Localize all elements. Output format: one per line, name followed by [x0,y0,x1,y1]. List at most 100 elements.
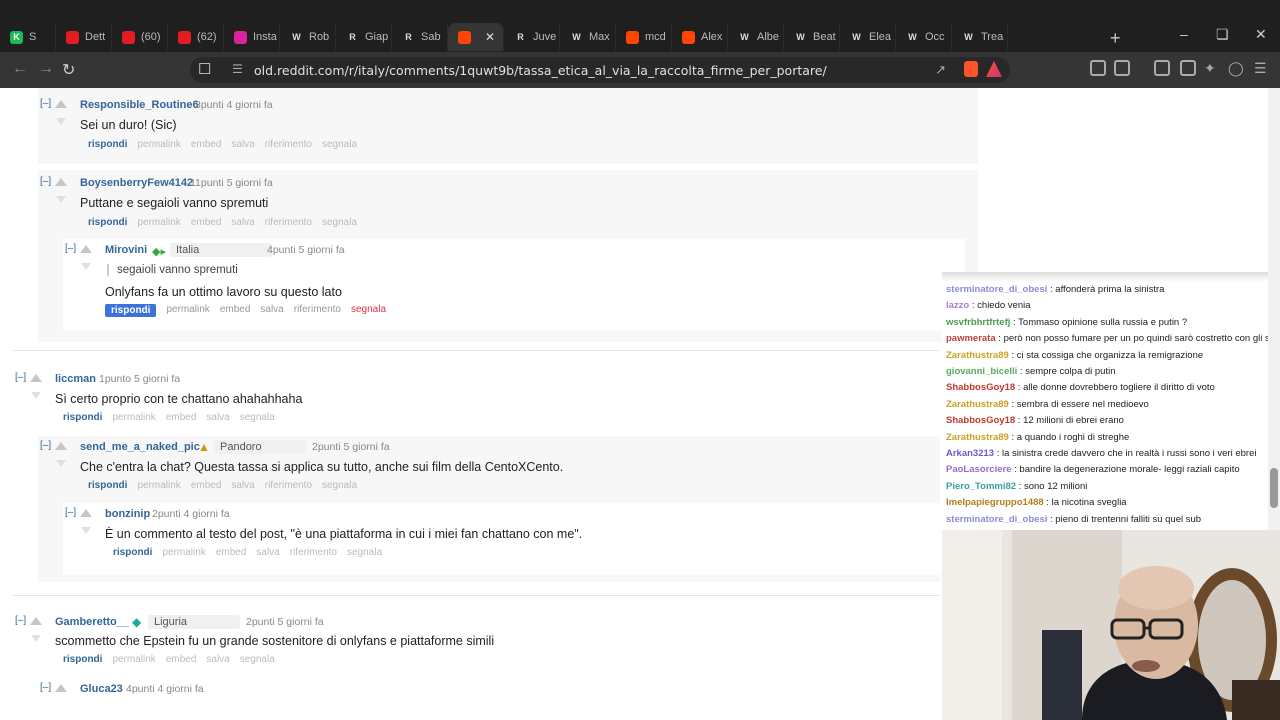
collapse-toggle[interactable]: [–] [15,615,26,626]
sidebar-icon[interactable] [1154,60,1170,76]
url-text[interactable]: old.reddit.com/r/italy/comments/1quwt9b/… [254,63,827,78]
embed-link[interactable]: embed [216,547,247,558]
scrollbar-thumb[interactable] [1270,468,1278,508]
comment-author[interactable]: Mirovini [105,244,147,256]
site-info-icon[interactable]: ☰ [232,62,243,76]
new-tab-button[interactable]: + [1110,28,1121,49]
browser-tab[interactable]: W Max [560,23,616,51]
upvote-arrow-icon[interactable] [30,374,42,382]
browser-tab[interactable]: mcd [616,23,672,51]
forward-icon[interactable]: → [38,60,54,78]
reply-link[interactable]: rispondi [63,654,102,665]
permalink-link[interactable]: permalink [112,412,155,423]
embed-link[interactable]: embed [191,139,222,150]
embed-link[interactable]: embed [166,412,197,423]
back-icon[interactable]: ← [12,60,28,78]
browser-tab[interactable]: W Albe [728,23,784,51]
collapse-toggle[interactable]: [–] [40,440,51,451]
reference-link[interactable]: riferimento [290,547,337,558]
browser-tab[interactable]: R Juve [504,23,560,51]
extensions-icon[interactable] [1090,60,1106,76]
upvote-arrow-icon[interactable] [55,100,67,108]
permalink-link[interactable]: permalink [137,480,180,491]
browser-tab[interactable]: Dett [56,23,112,51]
permalink-link[interactable]: permalink [166,304,209,317]
browser-tab[interactable]: Alex [672,23,728,51]
reference-link[interactable]: riferimento [265,217,312,228]
downvote-arrow-icon[interactable] [56,460,66,467]
comment-author[interactable]: send_me_a_naked_pic [80,441,200,453]
brave-shields-icon[interactable] [964,61,978,77]
save-link[interactable]: salva [231,139,254,150]
menu-icon[interactable]: ☰ [1254,60,1270,76]
upvote-arrow-icon[interactable] [55,442,67,450]
browser-tab[interactable]: (62) [168,23,224,51]
browser-tab[interactable]: R Giap [336,23,392,51]
comment-author[interactable]: bonzinip [105,508,150,520]
save-link[interactable]: salva [231,217,254,228]
report-link[interactable]: segnala [240,412,275,423]
embed-link[interactable]: embed [166,654,197,665]
leo-ai-icon[interactable]: ✦ [1204,60,1220,76]
upvote-arrow-icon[interactable] [55,684,67,692]
reply-link[interactable]: rispondi [105,304,157,317]
report-link[interactable]: segnala [322,480,357,491]
collapse-toggle[interactable]: [–] [40,98,51,109]
upvote-arrow-icon[interactable] [55,178,67,186]
downvote-arrow-icon[interactable] [81,263,91,270]
browser-tab[interactable]: KS [0,23,56,51]
report-link[interactable]: segnala [351,304,386,317]
embed-link[interactable]: embed [220,304,251,317]
reference-link[interactable]: riferimento [265,480,312,491]
close-window-icon[interactable]: ✕ [1255,26,1267,43]
report-link[interactable]: segnala [347,547,382,558]
permalink-link[interactable]: permalink [112,654,155,665]
save-link[interactable]: salva [260,304,283,317]
restore-icon[interactable]: ❏ [1216,26,1229,43]
address-bar[interactable]: ☐ ☰ old.reddit.com/r/italy/comments/1quw… [190,57,1010,83]
collapse-toggle[interactable]: [–] [40,176,51,187]
share-icon[interactable]: ↗ [935,62,946,78]
collapse-toggle[interactable]: [–] [15,372,26,383]
comment-author[interactable]: BoysenberryFew4142 [80,177,193,189]
reply-link[interactable]: rispondi [88,139,127,150]
collapse-toggle[interactable]: [–] [65,507,76,518]
report-link[interactable]: segnala [322,217,357,228]
upvote-arrow-icon[interactable] [80,245,92,253]
browser-tab[interactable]: W Elea [840,23,896,51]
collapse-toggle[interactable]: [–] [65,243,76,254]
upvote-arrow-icon[interactable] [80,509,92,517]
browser-tab[interactable]: W Trea [952,23,1008,51]
embed-link[interactable]: embed [191,480,222,491]
comment-author[interactable]: liccman [55,373,96,385]
reference-link[interactable]: riferimento [265,139,312,150]
comment-author[interactable]: Responsible_Routine6 [80,99,199,111]
brave-rewards-icon[interactable] [986,61,1002,77]
wallet-icon[interactable] [1180,60,1196,76]
report-link[interactable]: segnala [240,654,275,665]
save-link[interactable]: salva [231,480,254,491]
screenshot-icon[interactable] [1114,60,1130,76]
browser-tab[interactable]: R Sab [392,23,448,51]
comment-author[interactable]: Gluca23 [80,683,123,695]
downvote-arrow-icon[interactable] [56,118,66,125]
upvote-arrow-icon[interactable] [30,617,42,625]
report-link[interactable]: segnala [322,139,357,150]
browser-tab[interactable]: W Beat [784,23,840,51]
save-link[interactable]: salva [206,412,229,423]
browser-tab[interactable]: W Rob [280,23,336,51]
reply-link[interactable]: rispondi [63,412,102,423]
reload-icon[interactable]: ↻ [62,60,75,80]
reply-link[interactable]: rispondi [88,480,127,491]
browser-tab[interactable]: Insta [224,23,280,51]
close-tab-icon[interactable]: ✕ [485,30,495,44]
bookmark-icon[interactable]: ☐ [198,60,211,78]
downvote-arrow-icon[interactable] [31,635,41,642]
save-link[interactable]: salva [256,547,279,558]
reference-link[interactable]: riferimento [294,304,341,317]
save-link[interactable]: salva [206,654,229,665]
permalink-link[interactable]: permalink [137,217,180,228]
browser-tab[interactable]: (60) [112,23,168,51]
downvote-arrow-icon[interactable] [56,196,66,203]
minimize-icon[interactable]: – [1180,26,1188,42]
